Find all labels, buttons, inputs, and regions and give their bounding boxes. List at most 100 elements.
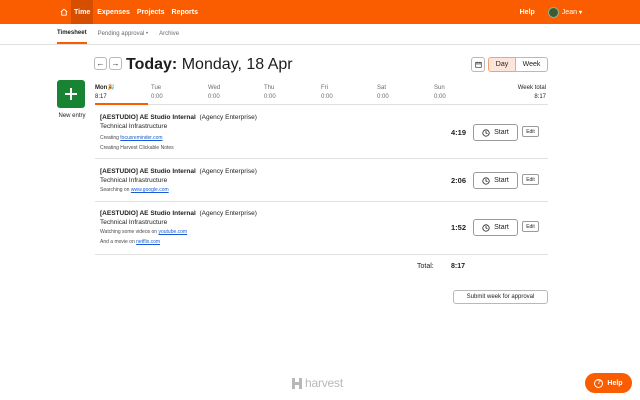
day-tab-thu[interactable]: Thu 0:00 [264, 84, 276, 102]
note-link[interactable]: youtube.com [158, 229, 187, 235]
top-nav: Time Expenses Projects Reports Help Jean… [0, 0, 640, 24]
day-total: 0:00 [377, 94, 389, 100]
entry-project: [AESTUDIO] AE Studio Internal (Agency En… [100, 210, 257, 217]
current-date: Monday, 18 Apr [181, 56, 293, 73]
day-name: Thu [264, 85, 275, 91]
tab-archive[interactable]: Archive [159, 23, 179, 44]
entry-note: Watching some videos on youtube.com [100, 229, 187, 235]
entry-note: Creating Harvest Clickable Notes [100, 145, 174, 151]
prev-day-button[interactable]: ← [94, 57, 107, 70]
day-tab-tue[interactable]: Tue 0:00 [151, 84, 163, 102]
harvest-logo-text: harvest [305, 376, 343, 390]
nav-help[interactable]: Help [520, 9, 535, 16]
note-link[interactable]: www.google.com [131, 187, 169, 193]
start-timer-button[interactable]: Start [473, 124, 518, 141]
day-tab-fri[interactable]: Fri 0:00 [321, 84, 333, 102]
edit-entry-button[interactable]: Edit [522, 174, 539, 185]
entry-note: Creating focusreminder.com [100, 135, 163, 141]
nav-projects[interactable]: Projects [134, 0, 168, 24]
new-entry-button[interactable] [57, 80, 85, 108]
client-name: (Agency Enterprise) [199, 210, 257, 217]
entry-task: Technical Infrastructure [100, 177, 168, 184]
view-day-button[interactable]: Day [488, 57, 516, 72]
entry-note: Searching on www.google.com [100, 187, 169, 193]
clock-icon [482, 176, 490, 185]
page-title: Today: Monday, 18 Apr [126, 56, 293, 74]
week-total-value: 8:17 [534, 94, 546, 100]
edit-entry-button[interactable]: Edit [522, 126, 539, 137]
start-timer-button[interactable]: Start [473, 219, 518, 236]
user-name[interactable]: Jean [562, 9, 577, 16]
clock-icon [482, 128, 490, 137]
calendar-icon[interactable] [471, 57, 485, 72]
view-week-button[interactable]: Week [515, 57, 548, 72]
entry-duration: 2:06 [451, 176, 467, 185]
note-link[interactable]: netflix.com [136, 239, 160, 245]
plus-icon [65, 88, 77, 100]
entry-project: [AESTUDIO] AE Studio Internal (Agency En… [100, 168, 257, 175]
tab-pending-approval-label: Pending approval [97, 30, 145, 37]
day-tab-sat[interactable]: Sat 0:00 [377, 84, 389, 102]
start-timer-button[interactable]: Start [473, 172, 518, 189]
client-name: (Agency Enterprise) [199, 168, 257, 175]
chevron-down-icon[interactable]: ▾ [579, 9, 582, 16]
start-label: Start [494, 177, 509, 184]
harvest-logo: harvest [292, 376, 343, 390]
project-name: [AESTUDIO] AE Studio Internal [100, 114, 196, 121]
total-value: 8:17 [451, 263, 466, 270]
edit-entry-button[interactable]: Edit [522, 221, 539, 232]
help-label: Help [607, 379, 623, 387]
day-total: 0:00 [151, 94, 163, 100]
day-tab-mon[interactable]: Mon🎉 8:17 [95, 84, 115, 102]
party-icon: 🎉 [107, 85, 115, 91]
new-entry-label: New entry [58, 113, 86, 119]
day-total: 0:00 [208, 94, 220, 100]
nav-expenses[interactable]: Expenses [94, 0, 133, 24]
question-icon: ? [594, 378, 604, 388]
caret-down-icon: • [145, 30, 149, 37]
help-button[interactable]: ? Help [585, 373, 632, 393]
start-label: Start [494, 129, 509, 136]
day-total: 0:00 [434, 94, 446, 100]
day-name: Wed [208, 85, 221, 91]
entry-note: And a movie on netflix.com [100, 239, 160, 245]
day-name: Sat [377, 85, 387, 91]
day-total: 0:00 [321, 94, 333, 100]
entry-duration: 1:52 [451, 223, 467, 232]
note-text: Creating [100, 135, 121, 141]
sub-nav: Timesheet Pending approval • Archive [0, 24, 640, 45]
note-text: And a movie on [100, 239, 137, 245]
nav-time[interactable]: Time [71, 0, 94, 24]
day-tab-wed[interactable]: Wed 0:00 [208, 84, 220, 102]
avatar[interactable] [547, 6, 559, 18]
next-day-button[interactable]: → [109, 57, 122, 70]
today-label: Today: [126, 56, 178, 73]
entry-project: [AESTUDIO] AE Studio Internal (Agency En… [100, 114, 257, 121]
total-label: Total: [417, 263, 434, 270]
entry-duration: 4:19 [451, 128, 467, 137]
entry-task: Technical Infrastructure [100, 123, 168, 130]
day-name: Tue [151, 85, 162, 91]
day-name: Sun [434, 85, 445, 91]
entry-task: Technical Infrastructure [100, 219, 168, 226]
day-total: 8:17 [95, 94, 107, 100]
note-link[interactable]: focusreminder.com [120, 135, 162, 141]
submit-week-button[interactable]: Submit week for approval [453, 290, 548, 304]
home-icon[interactable] [56, 0, 71, 24]
start-label: Start [494, 224, 509, 231]
nav-reports[interactable]: Reports [169, 0, 201, 24]
project-name: [AESTUDIO] AE Studio Internal [100, 210, 196, 217]
week-total: Week total 8:17 [518, 84, 546, 102]
tab-timesheet[interactable]: Timesheet [57, 23, 87, 44]
day-tab-sun[interactable]: Sun 0:00 [434, 84, 446, 102]
tab-pending-approval[interactable]: Pending approval • [98, 23, 148, 44]
time-entry: [AESTUDIO] AE Studio Internal (Agency En… [95, 202, 548, 255]
note-text: Searching on [100, 187, 131, 193]
day-name: Fri [321, 85, 328, 91]
clock-icon [482, 223, 490, 232]
day-total: 0:00 [264, 94, 276, 100]
week-total-label: Week total [517, 85, 546, 91]
day-name: Mon [95, 85, 108, 91]
harvest-logo-icon [292, 377, 302, 389]
project-name: [AESTUDIO] AE Studio Internal [100, 168, 196, 175]
